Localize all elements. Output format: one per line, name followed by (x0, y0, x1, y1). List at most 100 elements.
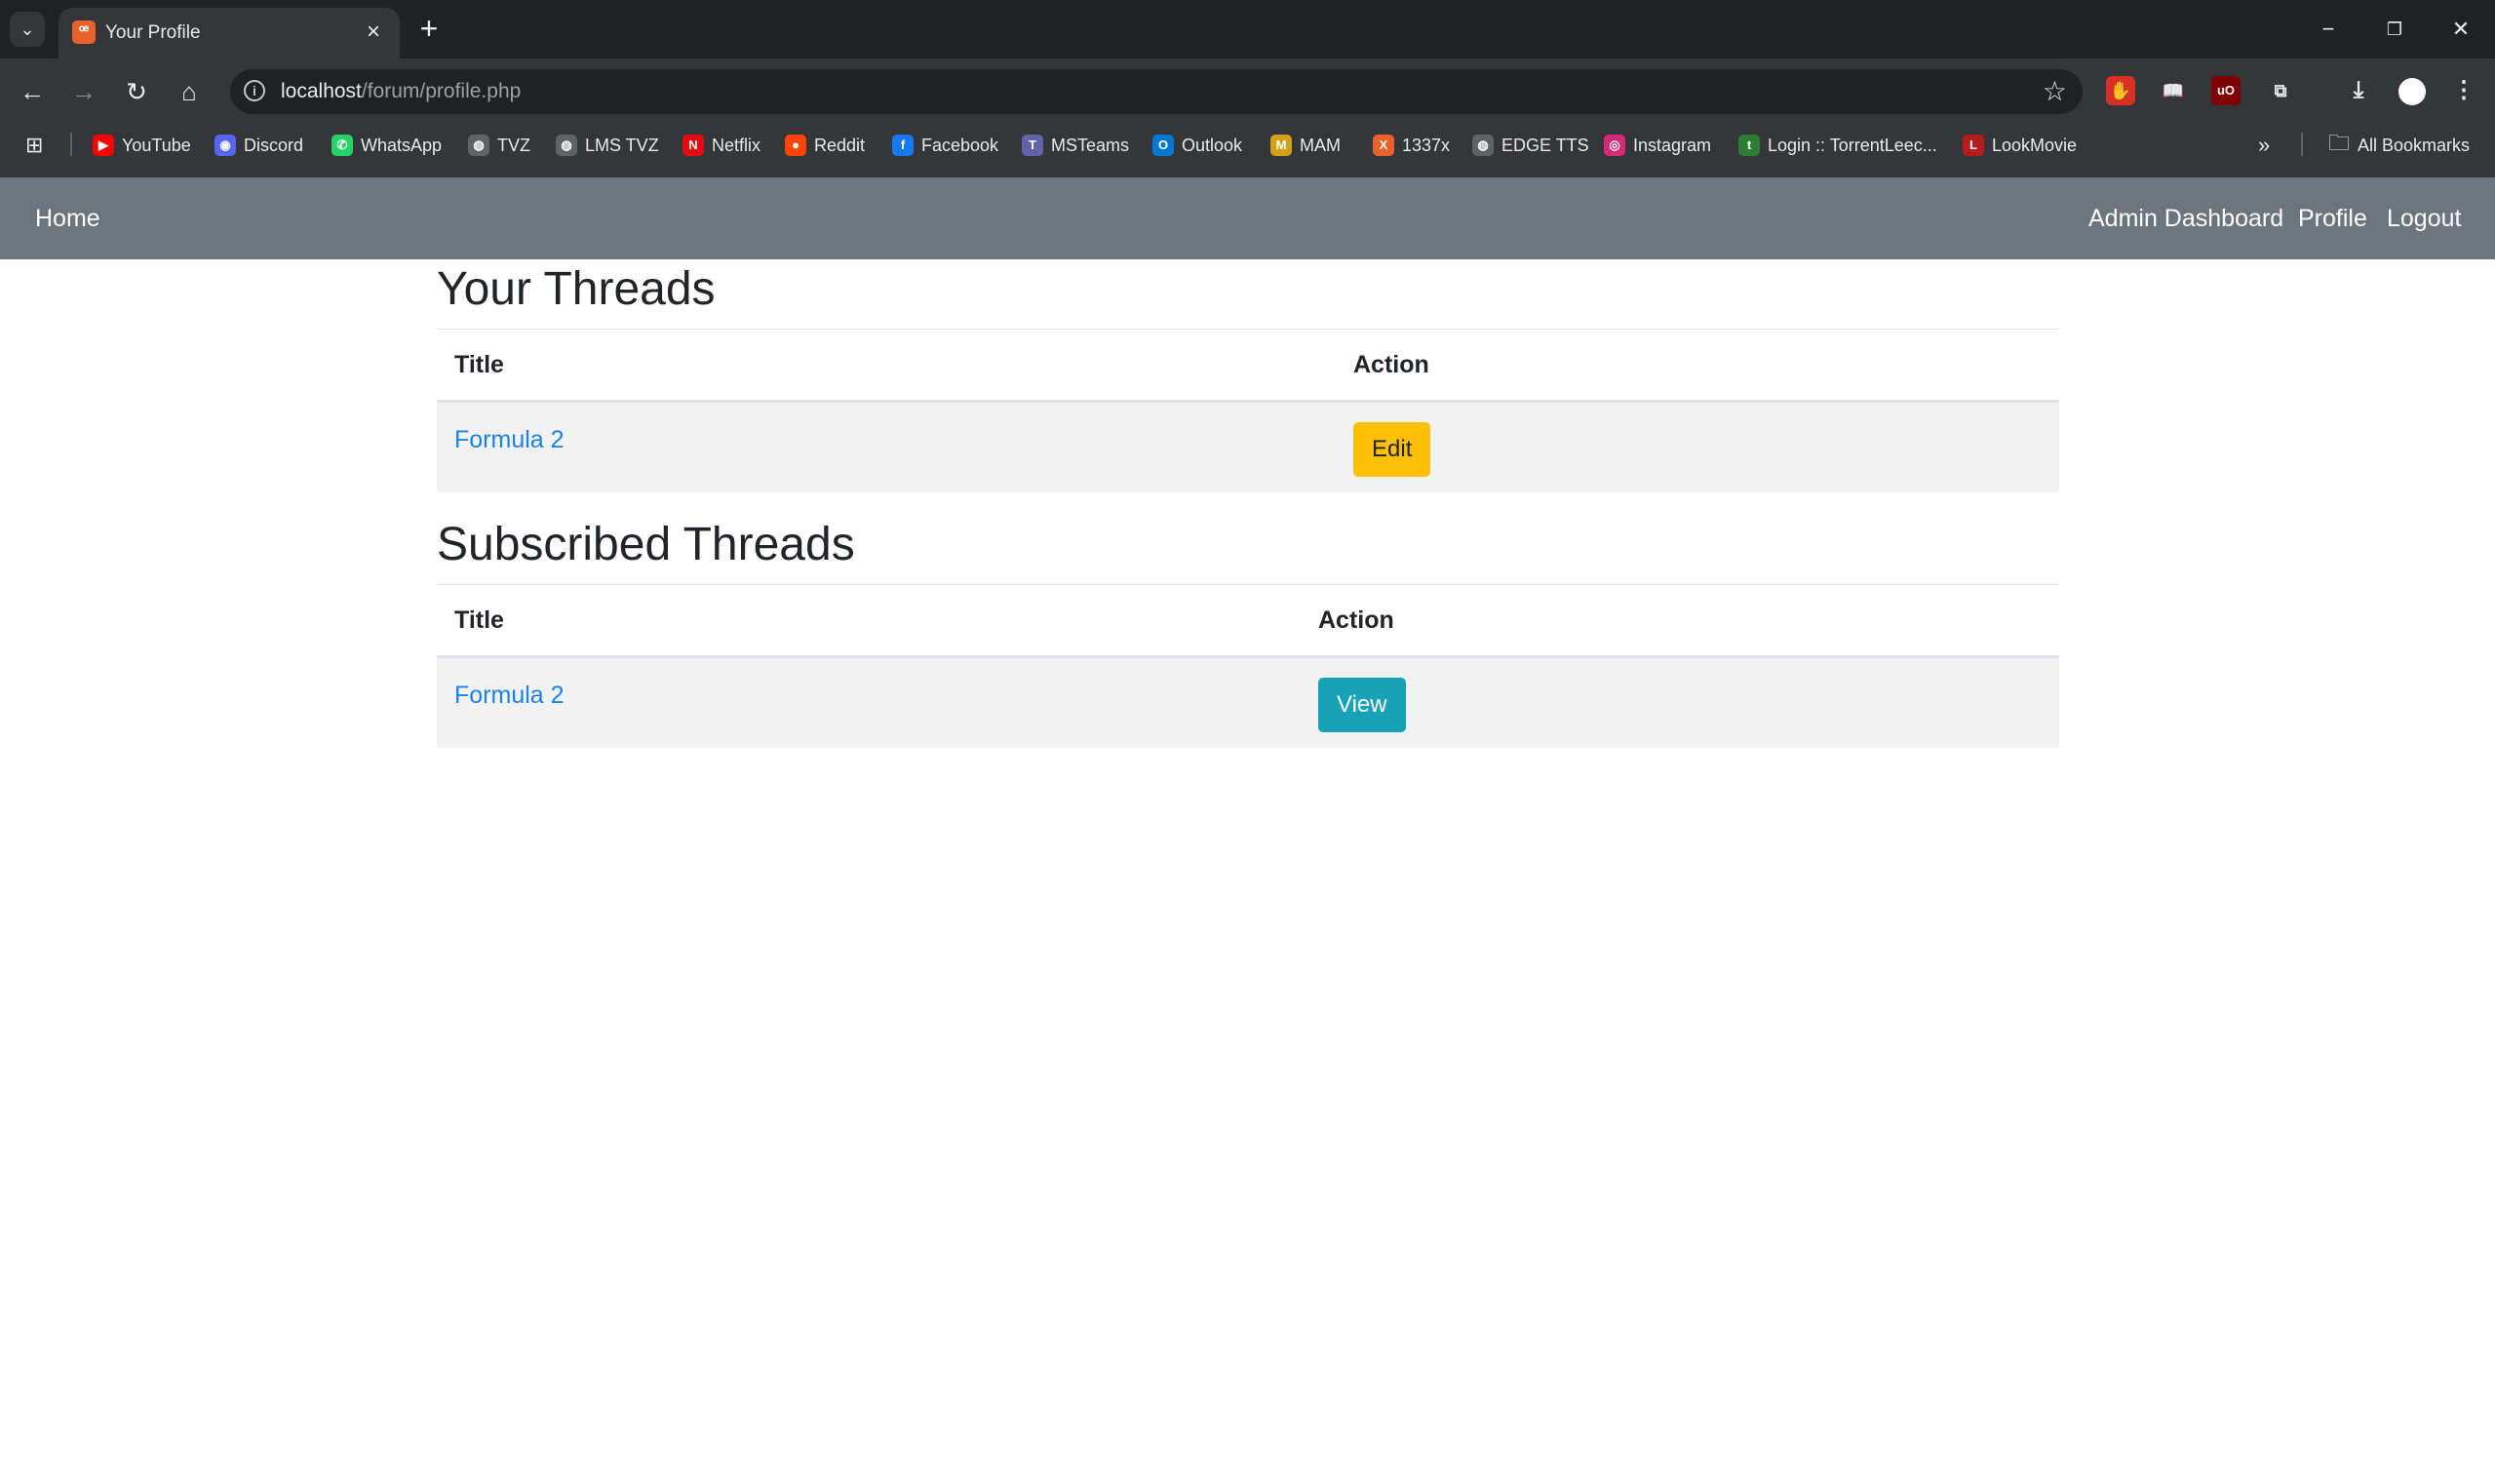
apps-grid-icon[interactable]: ⊞ (25, 125, 43, 166)
bookmark-item[interactable]: ◍ LMS TVZ (556, 125, 659, 166)
all-bookmarks-label: All Bookmarks (2358, 135, 2471, 155)
table-row: Formula 2 View (437, 656, 2059, 748)
nav-home-link[interactable]: Home (35, 201, 100, 236)
bookmark-label: Discord (244, 135, 304, 155)
bookmark-item[interactable]: L LookMovie (1963, 125, 2077, 166)
globe-icon: ◍ (1472, 135, 1494, 156)
column-header-action: Action (1336, 329, 2059, 403)
bookmark-item[interactable]: t Login :: TorrentLeec... (1738, 125, 1937, 166)
bookmark-item[interactable]: ▶ YouTube (93, 125, 191, 166)
bookmark-star-icon[interactable]: ☆ (2043, 75, 2067, 108)
lookmovie-icon: L (1963, 135, 1984, 156)
bookmark-label: YouTube (122, 135, 191, 155)
more-bookmarks-chevron-icon[interactable]: » (2258, 125, 2270, 166)
bookmark-item[interactable]: ◍ TVZ (468, 125, 530, 166)
table-header-row: Title Action (437, 329, 2059, 403)
xampp-favicon-icon: ꟹ (72, 20, 96, 44)
bookmark-label: TVZ (497, 135, 530, 155)
url-text[interactable]: localhost/forum/profile.php (281, 78, 521, 105)
bookmark-item[interactable]: T MSTeams (1022, 125, 1129, 166)
site-info-icon[interactable]: i (244, 80, 265, 101)
extensions-puzzle-icon[interactable]: ⧉ (2266, 76, 2295, 105)
bookmark-item[interactable]: X 1337x (1373, 125, 1450, 166)
restore-window-button[interactable]: ❐ (2369, 8, 2420, 51)
folder-icon: 🗀 (2328, 131, 2351, 155)
column-header-action: Action (1301, 584, 2059, 658)
site-navbar: Home Admin Dashboard Profile Logout (0, 177, 2495, 259)
address-bar[interactable]: i localhost/forum/profile.php ☆ (230, 69, 2083, 114)
url-path: /forum/profile.php (361, 80, 522, 102)
your-threads-table: Title Action Formula 2 Edit (437, 329, 2059, 492)
bookmark-label: Reddit (814, 135, 866, 155)
netflix-icon: N (682, 135, 704, 156)
bookmark-item[interactable]: O Outlook (1152, 125, 1242, 166)
bookmark-label: Instagram (1633, 135, 1712, 155)
bookmark-item[interactable]: M MAM (1270, 125, 1341, 166)
table-header-row: Title Action (437, 584, 2059, 658)
bookmark-item[interactable]: ◉ Discord (214, 125, 303, 166)
bookmarks-divider (2301, 133, 2303, 156)
reload-icon[interactable]: ↻ (119, 74, 154, 109)
teams-icon: T (1022, 135, 1043, 156)
bookmark-label: Login :: TorrentLeec... (1768, 135, 1937, 155)
whatsapp-icon: ✆ (331, 135, 353, 156)
bookmark-item[interactable]: ✆ WhatsApp (331, 125, 442, 166)
thread-title-link[interactable]: Formula 2 (454, 682, 565, 710)
table-row: Formula 2 Edit (437, 401, 2059, 492)
instagram-icon: ◎ (1604, 135, 1625, 156)
globe-icon: ◍ (468, 135, 489, 156)
bookmark-item[interactable]: ● Reddit (785, 125, 865, 166)
thread-title-link[interactable]: Formula 2 (454, 426, 565, 454)
youtube-icon: ▶ (93, 135, 114, 156)
view-thread-button[interactable]: View (1318, 678, 1406, 732)
chevron-down-icon: ⌄ (19, 19, 35, 39)
tab-search-button[interactable]: ⌄ (10, 12, 45, 47)
browser-tab-active[interactable]: ꟹ Your Profile × (58, 8, 400, 59)
mam-icon: M (1270, 135, 1292, 156)
bookmarks-divider (70, 133, 72, 156)
reddit-icon: ● (785, 135, 806, 156)
extension-hand-icon[interactable]: ✋ (2106, 76, 2135, 105)
bookmark-label: 1337x (1402, 135, 1451, 155)
globe-icon: ◍ (556, 135, 577, 156)
tab-title: Your Profile (105, 22, 201, 43)
column-header-title: Title (437, 329, 1336, 403)
ublock-origin-icon[interactable]: uO (2211, 76, 2241, 105)
new-tab-button[interactable]: + (411, 12, 447, 47)
nav-admin-dashboard-link[interactable]: Admin Dashboard (2088, 201, 2283, 236)
outlook-icon: O (1152, 135, 1174, 156)
all-bookmarks-button[interactable]: 🗀 All Bookmarks (2328, 125, 2470, 166)
close-window-button[interactable]: ✕ (2436, 8, 2486, 51)
bookmark-label: EDGE TTS (1501, 135, 1589, 155)
edit-thread-button[interactable]: Edit (1353, 422, 1431, 477)
subscribed-threads-table: Title Action Formula 2 View (437, 584, 2059, 748)
bookmark-label: LMS TVZ (585, 135, 659, 155)
more-menu-icon[interactable]: ⋮ (2449, 76, 2478, 105)
forward-arrow-icon[interactable]: → (66, 74, 101, 109)
close-tab-icon[interactable]: × (359, 18, 388, 47)
bookmark-label: LookMovie (1992, 135, 2078, 155)
minimize-window-button[interactable]: − (2303, 8, 2354, 51)
bookmark-label: MAM (1300, 135, 1341, 155)
bookmarks-bar: ⊞ » 🗀 All Bookmarks ▶ YouTube ◉ Discord ✆ Wha… (0, 125, 2495, 166)
bookmark-label: MSTeams (1051, 135, 1130, 155)
bookmark-item[interactable]: N Netflix (682, 125, 760, 166)
bookmark-item[interactable]: ◎ Instagram (1604, 125, 1711, 166)
bookmark-label: WhatsApp (361, 135, 443, 155)
extension-reader-icon[interactable]: 📖 (2159, 76, 2188, 105)
bookmark-label: Outlook (1182, 135, 1243, 155)
profile-avatar[interactable] (2398, 78, 2426, 105)
bookmark-item[interactable]: f Facebook (892, 125, 998, 166)
torrentleech-icon: t (1738, 135, 1760, 156)
discord-icon: ◉ (214, 135, 236, 156)
download-icon[interactable]: ⤓ (2344, 76, 2373, 105)
back-arrow-icon[interactable]: ← (15, 74, 50, 109)
nav-profile-link[interactable]: Profile (2298, 201, 2367, 236)
browser-titlebar: ⌄ ꟹ Your Profile × + − ❐ ✕ (0, 0, 2495, 59)
nav-logout-link[interactable]: Logout (2387, 201, 2461, 236)
column-header-title: Title (437, 584, 1301, 658)
home-icon[interactable]: ⌂ (172, 74, 207, 109)
bookmark-item[interactable]: ◍ EDGE TTS (1472, 125, 1589, 166)
subscribed-threads-heading: Subscribed Threads (437, 519, 855, 570)
your-threads-heading: Your Threads (437, 263, 716, 315)
